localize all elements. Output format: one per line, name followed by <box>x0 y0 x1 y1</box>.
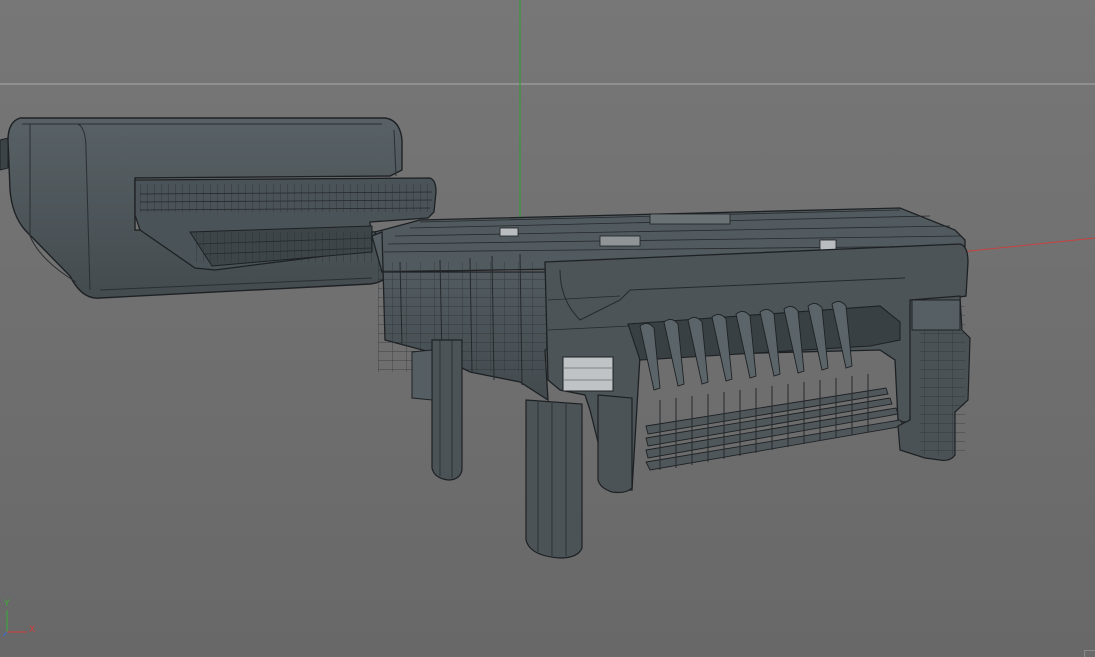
hdmi-cable-plug[interactable] <box>0 117 437 299</box>
world-x-axis-line <box>959 237 1095 253</box>
lower-contact-pins <box>645 387 905 471</box>
hdmi-receptacle[interactable] <box>371 207 971 559</box>
side-tab-left <box>411 349 433 401</box>
mounting-leg-front <box>525 399 583 559</box>
mounting-leg-right <box>597 394 633 494</box>
3d-viewport[interactable]: Y X <box>0 0 1095 657</box>
axis-gizmo: Y X <box>0 598 40 640</box>
gizmo-z-axis <box>2 631 8 637</box>
viewport-resize-handle[interactable] <box>1084 650 1095 657</box>
axis-gizmo-graphic <box>2 610 27 637</box>
scene-canvas[interactable] <box>0 0 1095 657</box>
mounting-leg-left <box>431 339 463 481</box>
